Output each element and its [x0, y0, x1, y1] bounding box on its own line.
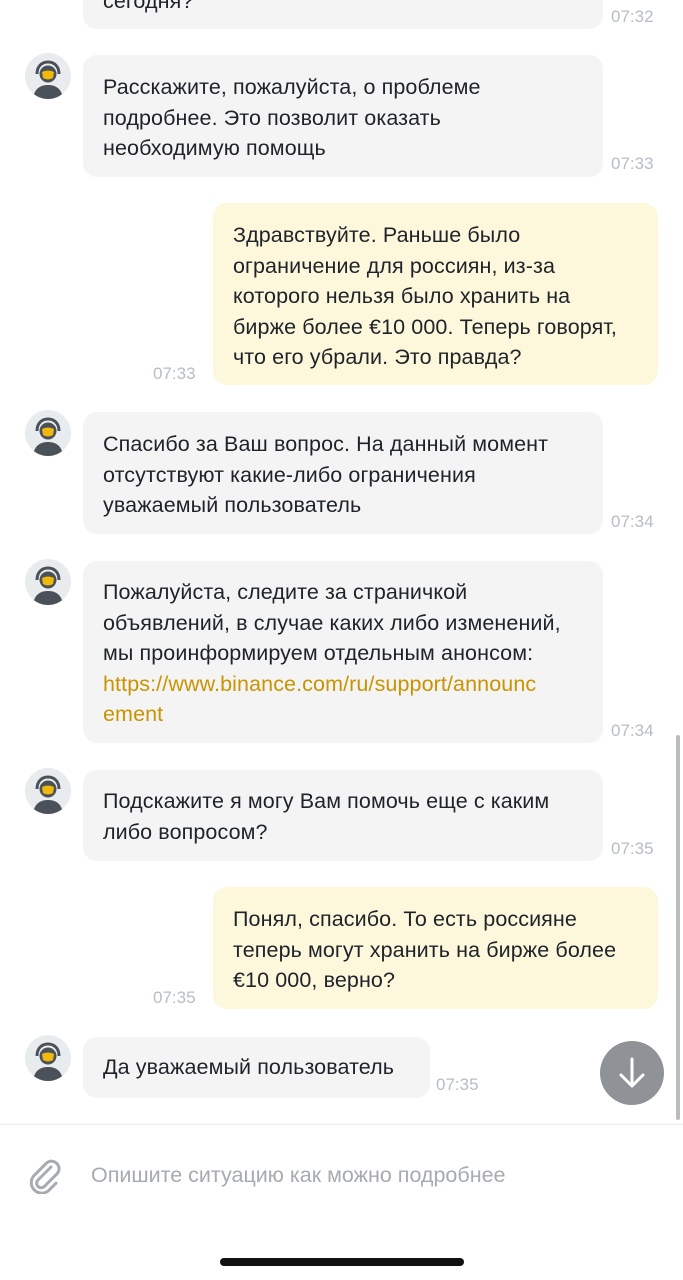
message-time: 07:35: [436, 1075, 479, 1094]
message-bubble-support: Подскажите я могу Вам помочь еще с каким…: [83, 770, 603, 861]
message-bubble-user: Понял, спасибо. То есть россияне теперь …: [213, 887, 658, 1009]
message-text: €10 000, верно?: [233, 968, 396, 992]
paperclip-icon[interactable]: [27, 1158, 63, 1194]
message-bubble-support: Расскажите, пожалуйста, о проблеме подро…: [83, 55, 603, 177]
message-text: которого нельзя было хранить на: [233, 284, 571, 308]
support-agent-avatar-icon: [25, 1035, 71, 1081]
message-text: бирже более €10 000. Теперь говорят,: [233, 314, 617, 339]
message-composer: [0, 1125, 683, 1280]
message-text: ограничение для россиян, из-за: [233, 253, 556, 278]
message-text: подробнее. Это позволит оказать: [103, 105, 441, 130]
message-text: Подскажите я могу Вам помочь еще с каким: [103, 789, 550, 813]
message-time: 07:34: [611, 721, 654, 740]
support-agent-avatar-icon: [25, 410, 71, 456]
message-text: объявлений, в случае каких либо изменени…: [103, 610, 561, 635]
message-time: 07:33: [611, 154, 654, 173]
message-text: Спасибо за Ваш вопрос. На данный момент: [103, 432, 549, 456]
chat-scrollbar[interactable]: [676, 735, 680, 1120]
message-time: 07:35: [611, 839, 654, 858]
message-bubble-support: Пожалуйста, следите за страничкой объявл…: [83, 561, 603, 743]
announcement-link[interactable]: https://www.binance.com/ru/support/annou…: [103, 669, 583, 700]
message-bubble-user: Здравствуйте. Раньше было ограничение дл…: [213, 203, 658, 385]
message-time: 07:35: [153, 988, 196, 1007]
announcement-link[interactable]: ement: [103, 699, 583, 730]
message-text: Расскажите, пожалуйста, о проблеме: [103, 75, 481, 99]
message-time: 07:34: [611, 512, 654, 531]
chat-thread[interactable]: сегодня? 07:32 Расскажите, пожалуйста, о…: [0, 0, 683, 1124]
message-text: Пожалуйста, следите за страничкой: [103, 580, 468, 604]
message-text: сегодня?: [103, 0, 194, 13]
message-time: 07:32: [611, 7, 654, 26]
support-agent-avatar-icon: [25, 559, 71, 605]
message-input[interactable]: [91, 1158, 651, 1192]
message-text: Понял, спасибо. То есть россияне: [233, 907, 577, 931]
message-text: отсутствуют какие-либо ограничения: [103, 462, 476, 487]
message-text: необходимую помощь: [103, 136, 326, 160]
arrow-down-icon: [619, 1057, 645, 1088]
scroll-to-bottom-button[interactable]: [600, 1041, 664, 1105]
message-text: Здравствуйте. Раньше было: [233, 223, 521, 247]
support-agent-avatar-icon: [25, 53, 71, 99]
message-bubble-support: Да уважаемый пользователь: [83, 1037, 430, 1098]
message-text: что его убрали. Это правда?: [233, 345, 522, 369]
message-bubble-support: сегодня?: [83, 0, 603, 29]
support-agent-avatar-icon: [25, 768, 71, 814]
message-bubble-support: Спасибо за Ваш вопрос. На данный момент …: [83, 412, 603, 534]
message-text: уважаемый пользователь: [103, 493, 362, 517]
message-text: мы проинформируем отдельным анонсом:: [103, 641, 534, 665]
message-text: либо вопросом?: [103, 819, 268, 844]
message-text: Да уважаемый пользователь: [103, 1055, 395, 1079]
message-text: теперь могут хранить на бирже более: [233, 937, 617, 962]
message-time: 07:33: [153, 364, 196, 383]
home-indicator: [220, 1258, 464, 1266]
